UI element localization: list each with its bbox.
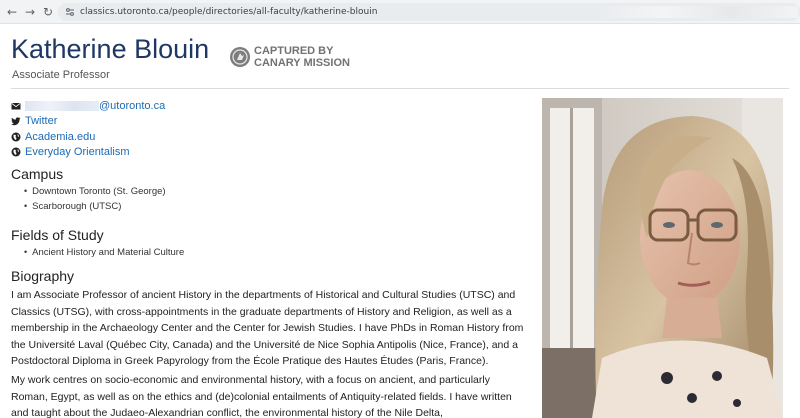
profile-photo	[542, 98, 783, 418]
biography-paragraph-1: I am Associate Professor of ancient Hist…	[11, 287, 531, 370]
redacted-email-user	[25, 100, 99, 111]
arrow-right-icon[interactable]: →	[22, 4, 38, 20]
bio-line: I am Associate Professor of ancient Hist…	[11, 289, 516, 301]
canary-mission-watermark: CAPTURED BY CANARY MISSION	[230, 45, 360, 71]
reload-icon[interactable]: ↻	[40, 4, 56, 20]
contact-list: @utoronto.ca Twitter Academia.edu Everyd…	[11, 98, 165, 160]
bio-line: Postdoctoral Diploma in Greek Papyrology…	[11, 355, 489, 367]
fields-list: Ancient History and Material Culture	[24, 245, 184, 260]
address-bar[interactable]: classics.utoronto.ca/people/directories/…	[58, 3, 800, 21]
bio-line: Roman, Egypt, as well as on the ethics a…	[11, 390, 512, 403]
bio-line: and taught about the Judaeo-Alexandrian …	[11, 407, 443, 418]
contact-twitter[interactable]: Twitter	[11, 114, 165, 129]
watermark-text: CAPTURED BY CANARY MISSION	[254, 45, 350, 69]
list-item: Downtown Toronto (St. George)	[24, 184, 165, 199]
biography-heading: Biography	[11, 268, 75, 284]
list-item: Scarborough (UTSC)	[24, 199, 166, 214]
biography-paragraph-2: My work centres on socio-economic and en…	[11, 372, 531, 418]
email-link[interactable]: @utoronto.ca	[99, 100, 165, 112]
bio-line: Classics (UTSG), with cross-appointments…	[11, 305, 512, 318]
browser-toolbar: ← → ↻ classics.utoronto.ca/people/direct…	[0, 0, 800, 24]
contact-blog[interactable]: Everyday Orientalism	[11, 145, 165, 160]
header-divider	[11, 88, 789, 89]
academia-link[interactable]: Academia.edu	[25, 131, 95, 143]
redacted-region	[598, 6, 798, 18]
bio-line: My work centres on socio-economic and en…	[11, 374, 490, 386]
bio-line: the Université Laval (Québec City, Canad…	[11, 338, 518, 351]
everyday-orientalism-link[interactable]: Everyday Orientalism	[25, 146, 130, 158]
list-item: Ancient History and Material Culture	[24, 245, 184, 260]
campus-list: Downtown Toronto (St. George) Scarboroug…	[24, 184, 166, 214]
watermark-line-1: CAPTURED BY	[254, 45, 334, 57]
contact-academia[interactable]: Academia.edu	[11, 129, 165, 144]
twitter-icon	[11, 117, 21, 126]
profile-name: Katherine Blouin	[11, 34, 210, 64]
profile-title: Associate Professor	[12, 69, 110, 81]
site-info-icon[interactable]	[65, 7, 75, 17]
fields-heading: Fields of Study	[11, 227, 104, 243]
globe-icon	[11, 147, 21, 157]
bio-line: membership in the Archaeology Center and…	[11, 322, 524, 334]
globe-icon	[11, 132, 21, 141]
envelope-icon	[11, 102, 21, 109]
url-text[interactable]: classics.utoronto.ca/people/directories/…	[80, 5, 377, 19]
arrow-left-icon[interactable]: ←	[4, 4, 20, 20]
twitter-link[interactable]: Twitter	[25, 115, 57, 127]
contact-email[interactable]: @utoronto.ca	[11, 98, 165, 113]
canary-logo-icon	[230, 47, 250, 67]
campus-heading: Campus	[11, 166, 64, 182]
watermark-line-2: CANARY MISSION	[254, 57, 350, 69]
